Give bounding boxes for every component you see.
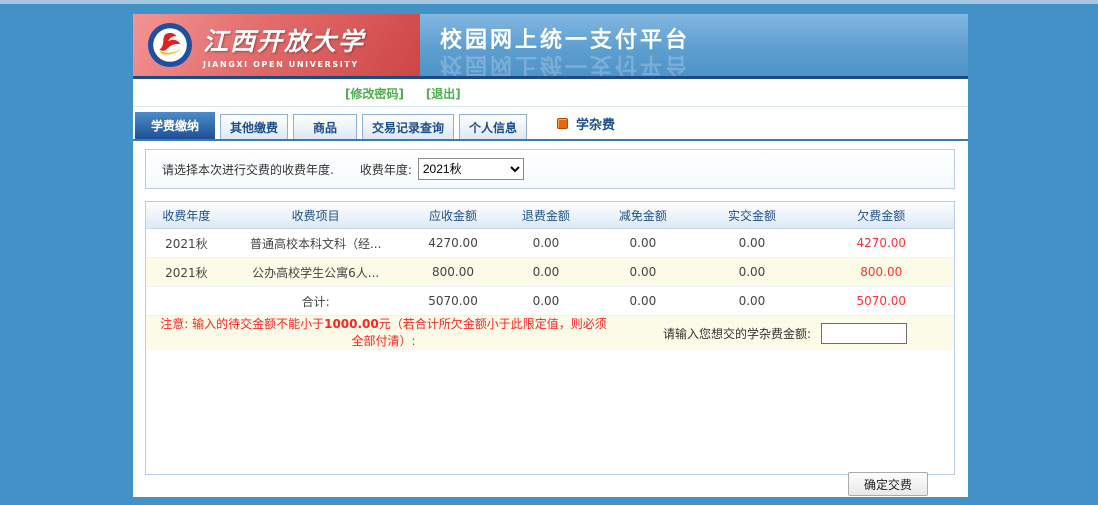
cell-total-refund: 0.00: [502, 287, 591, 316]
page-container: 江西开放大学 JIANGXI OPEN UNIVERSITY 校园网上统一支付平…: [133, 14, 968, 497]
university-names: 江西开放大学 JIANGXI OPEN UNIVERSITY: [203, 22, 365, 69]
amount-input-label: 请输入您想交的学杂费金额:: [663, 325, 811, 342]
university-name: 江西开放大学: [203, 22, 365, 58]
cell-year-empty: [146, 287, 227, 316]
orange-bullet-icon: [557, 118, 568, 129]
fee-year-select[interactable]: 2021秋: [418, 158, 524, 180]
col-amount-due: 应收金额: [405, 202, 502, 229]
cell-paid: 0.00: [695, 229, 808, 258]
top-border: [0, 0, 1098, 4]
table-header-row: 收费年度 收费项目 应收金额 退费金额 减免金额 实交金额 欠费金额: [146, 202, 954, 229]
header-banner: 江西开放大学 JIANGXI OPEN UNIVERSITY 校园网上统一支付平…: [133, 14, 968, 79]
col-fee-item: 收费项目: [227, 202, 405, 229]
col-refund-amount: 退费金额: [502, 202, 591, 229]
cell-total-paid: 0.00: [695, 287, 808, 316]
university-logo-icon: [147, 22, 193, 68]
cell-year: 2021秋: [146, 258, 227, 287]
screen: 江西开放大学 JIANGXI OPEN UNIVERSITY 校园网上统一支付平…: [0, 0, 1098, 505]
cell-item: 普通高校本科文科（经...: [227, 229, 405, 258]
confirm-payment-button[interactable]: 确定交费: [848, 472, 928, 496]
cell-year: 2021秋: [146, 229, 227, 258]
cell-waiver: 0.00: [590, 229, 695, 258]
university-name-en: JIANGXI OPEN UNIVERSITY: [203, 60, 365, 69]
warning-prefix: 注意: 输入的待交金额不能小于: [160, 317, 324, 331]
logo-section: 江西开放大学 JIANGXI OPEN UNIVERSITY: [133, 14, 420, 76]
account-links-row: [修改密码] [退出]: [133, 79, 968, 107]
cell-total-waiver: 0.00: [590, 287, 695, 316]
cell-paid: 0.00: [695, 258, 808, 287]
table-row: 2021秋 普通高校本科文科（经... 4270.00 0.00 0.00 0.…: [146, 229, 954, 258]
tab-bar: 学费缴纳 其他缴费 商品 交易记录查询 个人信息 学杂费: [133, 112, 968, 141]
title-section: 校园网上统一支付平台 校园网上统一支付平台: [420, 14, 968, 76]
cell-total-label: 合计:: [227, 287, 405, 316]
payment-note-row: 注意: 输入的待交金额不能小于1000.00元（若合计所欠金额小于此限定值，则必…: [146, 316, 954, 350]
tab-goods[interactable]: 商品: [293, 114, 357, 139]
cell-refund: 0.00: [502, 229, 591, 258]
fee-year-panel: 请选择本次进行交费的收费年度. 收费年度: 2021秋: [145, 149, 955, 189]
tab-personal-info[interactable]: 个人信息: [459, 114, 527, 139]
cell-waiver: 0.00: [590, 258, 695, 287]
cell-total-owed: 5070.00: [809, 287, 954, 316]
cell-refund: 0.00: [502, 258, 591, 287]
cell-owed: 4270.00: [809, 229, 954, 258]
tab-tuition-payment[interactable]: 学费缴纳: [135, 112, 215, 139]
cell-item: 公办高校学生公寓6人...: [227, 258, 405, 287]
cell-due: 4270.00: [405, 229, 502, 258]
section-badge: 学杂费: [557, 114, 615, 133]
col-owed-amount: 欠费金额: [809, 202, 954, 229]
cell-total-due: 5070.00: [405, 287, 502, 316]
minimum-payment-warning: 注意: 输入的待交金额不能小于1000.00元（若合计所欠金额小于此限定值，则必…: [156, 316, 611, 350]
fee-year-prompt: 请选择本次进行交费的收费年度.: [162, 161, 334, 178]
platform-title-reflection: 校园网上统一支付平台: [440, 51, 968, 76]
warning-suffix: 元（若合计所欠金额小于此限定值，则必须全部付清）:: [351, 317, 606, 348]
col-fee-year: 收费年度: [146, 202, 227, 229]
fee-year-select-label: 收费年度:: [360, 161, 412, 178]
table-row: 2021秋 公办高校学生公寓6人... 800.00 0.00 0.00 0.0…: [146, 258, 954, 287]
cell-due: 800.00: [405, 258, 502, 287]
tab-transaction-history[interactable]: 交易记录查询: [362, 114, 454, 139]
fee-table-panel: 收费年度 收费项目 应收金额 退费金额 减免金额 实交金额 欠费金额 2021秋: [145, 201, 955, 475]
col-waiver-amount: 减免金额: [590, 202, 695, 229]
section-label: 学杂费: [576, 114, 615, 133]
logout-link[interactable]: [退出]: [426, 87, 461, 101]
col-paid-amount: 实交金额: [695, 202, 808, 229]
amount-input[interactable]: [821, 323, 907, 344]
tab-other-fees[interactable]: 其他缴费: [220, 114, 288, 139]
cell-owed: 800.00: [809, 258, 954, 287]
platform-title: 校园网上统一支付平台: [440, 22, 968, 54]
table-total-row: 合计: 5070.00 0.00 0.00 0.00 5070.00: [146, 287, 954, 316]
content-area: [修改密码] [退出] 学费缴纳 其他缴费 商品 交易记录查询 个人信息 学杂费…: [133, 79, 968, 497]
change-password-link[interactable]: [修改密码]: [345, 87, 404, 101]
warning-amount: 1000.00: [324, 317, 379, 331]
fee-table: 收费年度 收费项目 应收金额 退费金额 减免金额 实交金额 欠费金额 2021秋: [146, 202, 954, 316]
